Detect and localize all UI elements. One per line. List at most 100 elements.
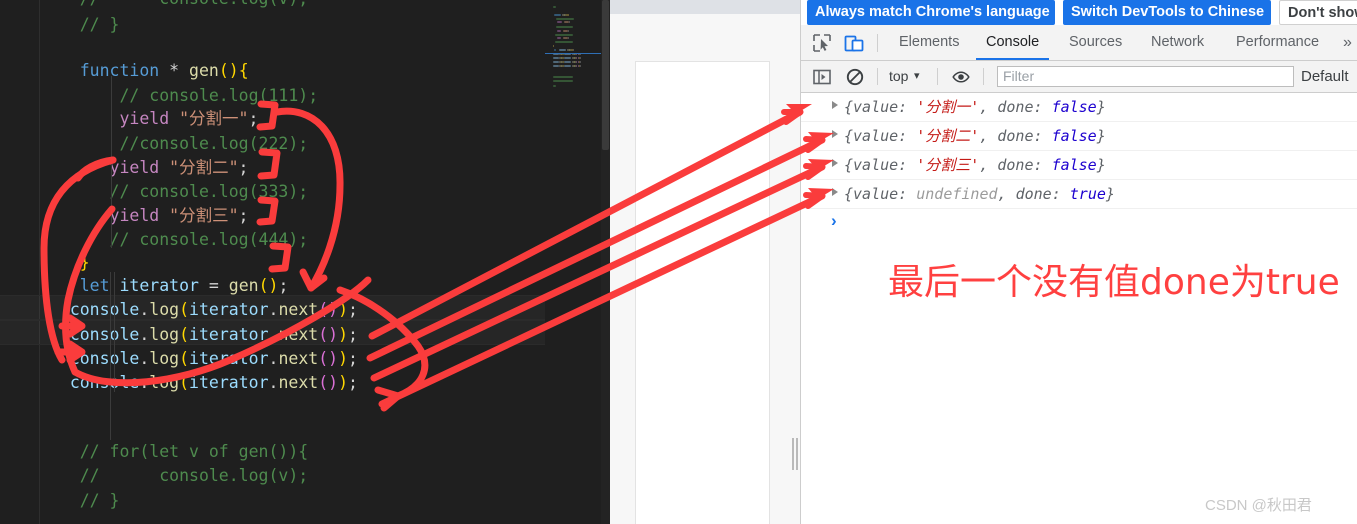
- expand-triangle-icon[interactable]: [832, 159, 838, 167]
- code-token: let: [79, 276, 110, 295]
- code-token: .: [139, 300, 150, 319]
- minimap-line: [552, 76, 574, 79]
- console-value-token: {value:: [844, 185, 917, 203]
- code-token: .: [139, 373, 150, 392]
- code-token: next: [278, 325, 319, 344]
- editor-minimap[interactable]: [545, 0, 601, 524]
- console-log-levels-dropdown[interactable]: Default: [1301, 61, 1349, 92]
- minimap-line: [563, 37, 568, 40]
- always-match-language-button[interactable]: Always match Chrome's language: [807, 0, 1055, 25]
- code-token: ): [328, 373, 339, 392]
- viewport-top-bar: [610, 0, 800, 14]
- code-editor[interactable]: // console.log(v); // } function * gen()…: [0, 0, 610, 524]
- code-line: console.log(iterator.next());: [40, 346, 545, 372]
- code-token: log: [149, 300, 180, 319]
- devtools-resize-grip[interactable]: [792, 438, 799, 470]
- expand-triangle-icon[interactable]: [832, 188, 838, 196]
- switch-devtools-to-chinese-button[interactable]: Switch DevTools to Chinese: [1063, 0, 1271, 25]
- tab-performance[interactable]: Performance: [1226, 25, 1329, 60]
- code-token: ): [328, 325, 339, 344]
- code-token: (: [318, 373, 329, 392]
- code-token: ;: [348, 300, 358, 319]
- editor-scrollbar-thumb[interactable]: [602, 0, 609, 150]
- code-token: ): [228, 61, 239, 80]
- code-token: ): [328, 349, 339, 368]
- console-filter-input[interactable]: Filter: [997, 66, 1294, 87]
- editor-code-text[interactable]: // console.log(v); // } function * gen()…: [40, 0, 545, 524]
- console-message-text: {value: '分割三', done: false}: [844, 151, 1106, 179]
- expand-triangle-icon[interactable]: [832, 130, 838, 138]
- minimap-line: [567, 37, 569, 40]
- tab-network[interactable]: Network: [1141, 25, 1214, 60]
- code-line: console.log(iterator.next());: [40, 370, 545, 396]
- indent-guide: [114, 272, 115, 392]
- viewport-content-card: [635, 61, 770, 524]
- tab-elements[interactable]: Elements: [889, 25, 969, 60]
- code-token: ): [338, 373, 349, 392]
- minimap-line: [553, 13, 561, 16]
- code-token: (: [318, 349, 329, 368]
- console-prompt[interactable]: ›: [801, 209, 1357, 235]
- console-value-token: '分割二': [916, 127, 980, 145]
- console-sidebar-toggle-icon[interactable]: [812, 67, 832, 87]
- code-token: yield: [109, 206, 160, 225]
- console-message-row[interactable]: {value: '分割二', done: false}: [801, 122, 1357, 151]
- chevron-down-icon[interactable]: ▾: [914, 61, 920, 92]
- console-message-text: {value: '分割一', done: false}: [844, 93, 1106, 121]
- minimap-line: [573, 49, 575, 52]
- toggle-device-toolbar-icon[interactable]: [842, 31, 866, 55]
- console-message-row[interactable]: {value: '分割一', done: false}: [801, 93, 1357, 122]
- console-message-row[interactable]: {value: '分割三', done: false}: [801, 151, 1357, 180]
- tab-sources[interactable]: Sources: [1059, 25, 1132, 60]
- minimap-line: [568, 13, 570, 16]
- inspect-element-icon[interactable]: [810, 31, 834, 55]
- code-token: iterator: [189, 300, 269, 319]
- console-context-selector[interactable]: top: [889, 61, 908, 92]
- code-token: (: [218, 61, 229, 80]
- console-value-token: }: [1096, 127, 1106, 145]
- code-token: console: [69, 300, 140, 319]
- console-output-area[interactable]: {value: '分割一', done: false} {value: '分割二'…: [801, 93, 1357, 524]
- code-token: ;: [238, 206, 249, 225]
- minimap-line: [553, 49, 557, 52]
- code-token: .: [268, 325, 279, 344]
- code-token: yield: [119, 109, 170, 128]
- dont-show-again-button[interactable]: Don't show again: [1279, 0, 1357, 25]
- code-token: iterator: [119, 276, 199, 295]
- console-message-row[interactable]: {value: undefined, done: true}: [801, 180, 1357, 209]
- expand-triangle-icon[interactable]: [832, 101, 838, 109]
- devtools-language-infobar: Always match Chrome's language Switch De…: [801, 0, 1357, 25]
- console-value-token: , done:: [979, 98, 1052, 116]
- console-value-token: {value:: [844, 156, 917, 174]
- console-value-token: false: [1051, 98, 1097, 116]
- browser-page-viewport[interactable]: [610, 0, 800, 524]
- console-value-token: }: [1105, 185, 1115, 203]
- code-line: function * gen(){: [40, 58, 545, 84]
- minimap-line: [579, 61, 582, 64]
- code-token: (: [318, 300, 329, 319]
- code-token: .: [139, 325, 150, 344]
- minimap-line: [567, 29, 569, 32]
- minimap-line: [552, 5, 557, 8]
- code-token: log: [149, 373, 180, 392]
- code-token: // console.log(444);: [40, 230, 309, 249]
- minimap-line: [558, 49, 566, 52]
- minimap-line: [579, 57, 582, 60]
- code-token: yield: [109, 158, 160, 177]
- live-expression-eye-icon[interactable]: [951, 67, 971, 87]
- clear-console-icon[interactable]: [845, 67, 865, 87]
- code-token: log: [149, 349, 180, 368]
- toolbar-divider: [877, 34, 878, 52]
- toolbar-divider: [937, 68, 938, 85]
- tab-console[interactable]: Console: [976, 25, 1050, 60]
- more-tabs-icon[interactable]: »: [1343, 25, 1352, 60]
- toolbar-divider: [983, 68, 984, 85]
- code-token: ;: [278, 276, 289, 295]
- code-token: .: [268, 349, 279, 368]
